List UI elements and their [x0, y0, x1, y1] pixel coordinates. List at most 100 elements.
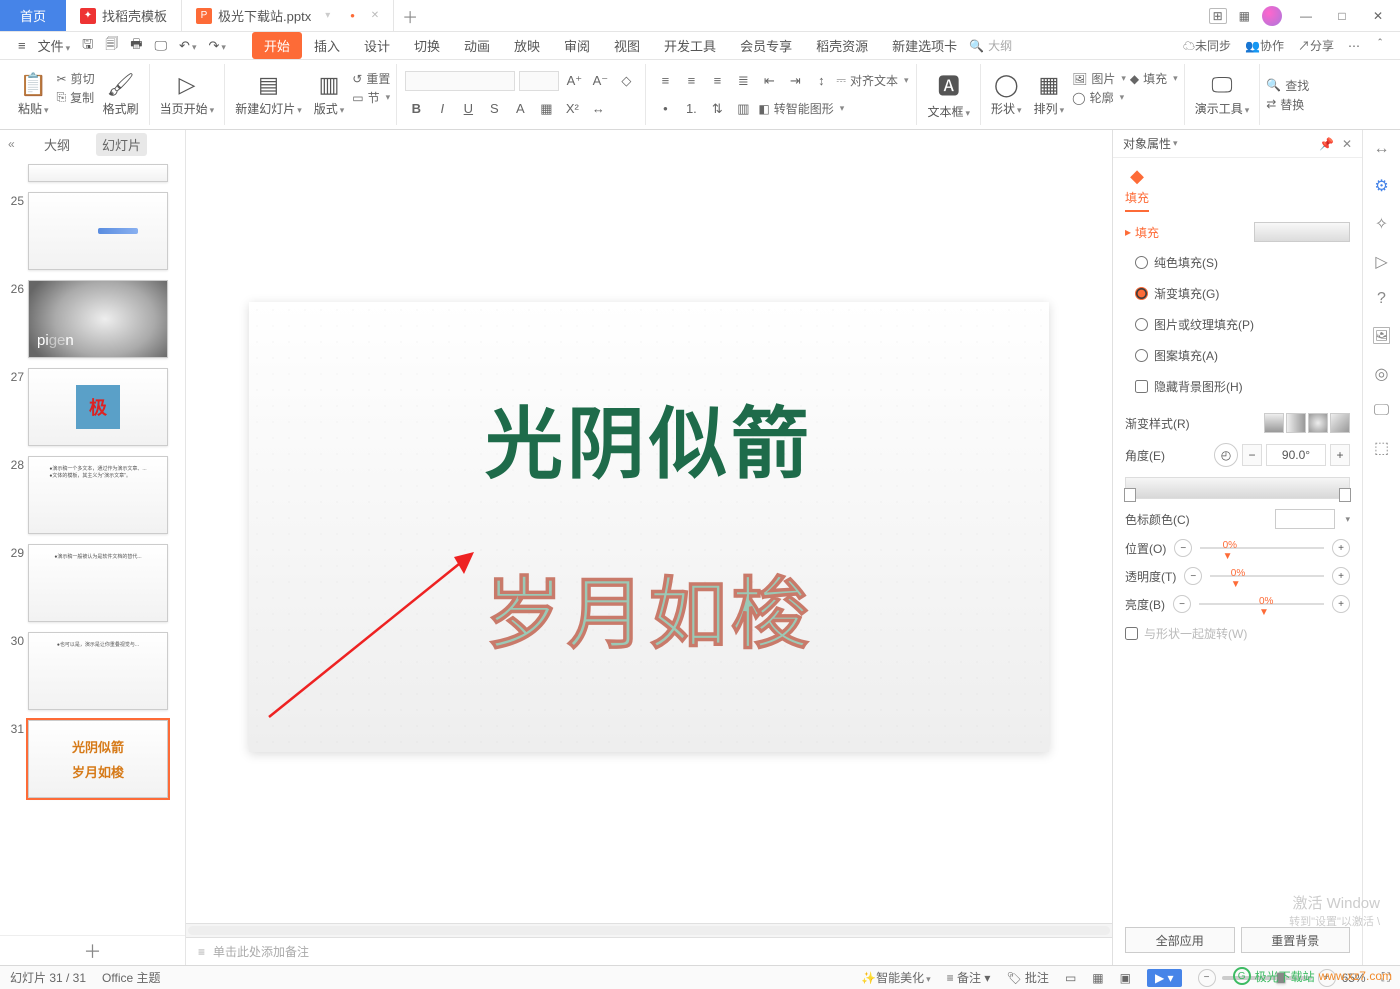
avatar[interactable] [1262, 6, 1282, 26]
position-increase[interactable]: + [1332, 539, 1350, 557]
props-close-icon[interactable]: ✕ [1342, 137, 1352, 151]
menu-expand-icon[interactable]: ＾ [1374, 37, 1386, 54]
image-button[interactable]: 🖼图片▾ [1072, 70, 1126, 87]
checkbox-hide-bg[interactable]: 隐藏背景图形(H) [1125, 376, 1350, 397]
gradient-stop-left[interactable] [1124, 488, 1136, 502]
character-spacing-icon[interactable]: ↔ [587, 98, 609, 120]
format-painter-button[interactable]: 🖌格式刷 [99, 70, 143, 119]
brightness-increase[interactable]: + [1332, 595, 1350, 613]
paste-button[interactable]: 📋粘贴▾ [14, 70, 53, 119]
menu-more-icon[interactable]: ⋯ [1348, 39, 1360, 53]
thumb-26[interactable]: pigen [28, 280, 168, 358]
transparency-decrease[interactable]: − [1184, 567, 1202, 585]
sidetool-star-icon[interactable]: ✧ [1375, 214, 1388, 234]
menu-devtools[interactable]: 开发工具 [652, 32, 728, 59]
thumb-27[interactable]: 极 [28, 368, 168, 446]
transparency-slider[interactable]: 0%▼ [1210, 568, 1324, 584]
brightness-decrease[interactable]: − [1173, 595, 1191, 613]
text-effects-icon[interactable]: X² [561, 98, 583, 120]
zoom-out-icon[interactable]: − [1198, 969, 1216, 987]
add-slide-button[interactable]: ＋ [0, 935, 185, 965]
sidetool-target-icon[interactable]: ◎ [1375, 364, 1389, 384]
angle-dial-icon[interactable]: ◴ [1214, 443, 1238, 467]
columns-icon[interactable]: ▥ [732, 98, 754, 120]
find-button[interactable]: 🔍查找 [1266, 77, 1309, 94]
sidetool-cube-icon[interactable]: ⬚ [1374, 438, 1389, 458]
section-button[interactable]: ▭节▾ [352, 89, 390, 106]
fill-category-icon[interactable]: ◆ [1130, 166, 1144, 187]
reset-background-button[interactable]: 重置背景 [1241, 927, 1351, 953]
layout-switch-icon[interactable]: ⊞ [1209, 8, 1227, 24]
menu-member[interactable]: 会员专享 [728, 32, 804, 59]
smart-shape-button[interactable]: ◧转智能图形▾ [758, 100, 844, 117]
sidetool-help-icon[interactable]: ? [1377, 290, 1386, 308]
props-tab-fill[interactable]: 填充 [1125, 189, 1149, 212]
strike-icon[interactable]: S [483, 98, 505, 120]
align-center-icon[interactable]: ≡ [680, 70, 702, 92]
window-maximize-button[interactable]: □ [1330, 9, 1354, 23]
slides-tab[interactable]: 幻灯片 [96, 133, 147, 156]
fill-section-header[interactable]: ▸ 填充 [1125, 222, 1350, 242]
slide-text-2[interactable]: 岁月如梭 [485, 552, 813, 664]
thumb-29[interactable]: ●演示稿一般被认为是软件文档的替代... [28, 544, 168, 622]
notes-toggle[interactable]: ≡ 备注 ▾ [947, 969, 991, 986]
font-name-input[interactable] [405, 71, 515, 91]
window-close-button[interactable]: ✕ [1366, 9, 1390, 23]
replace-button[interactable]: ⇄替换 [1266, 96, 1309, 113]
text-direction-icon[interactable]: ⇅ [706, 98, 728, 120]
bullets-icon[interactable]: • [654, 98, 676, 120]
menu-search[interactable]: 🔍 大纲 [969, 37, 1012, 54]
cut-button[interactable]: ✂剪切 [57, 70, 95, 87]
comments-toggle[interactable]: 🏷 批注 [1006, 969, 1049, 986]
align-right-icon[interactable]: ≡ [706, 70, 728, 92]
thumb-partial[interactable] [28, 164, 168, 182]
horizontal-scrollbar[interactable] [186, 923, 1112, 937]
sidetool-screen-icon[interactable]: 🖵 [1374, 402, 1389, 420]
view-slideshow-icon[interactable]: ▶ ▾ [1147, 969, 1182, 987]
qa-saveas-icon[interactable]: 🗐 [101, 35, 122, 57]
view-normal-icon[interactable]: ▭ [1065, 971, 1076, 985]
radio-pattern-fill[interactable]: 图案填充(A) [1125, 345, 1350, 366]
tab-add-button[interactable]: ＋ [394, 0, 426, 31]
italic-icon[interactable]: I [431, 98, 453, 120]
outline-tab[interactable]: 大纲 [38, 133, 76, 156]
stop-color-picker[interactable] [1275, 509, 1335, 529]
shape-button[interactable]: ◯形状▾ [987, 70, 1026, 119]
view-sorter-icon[interactable]: ▦ [1092, 971, 1103, 985]
tab-doc-dropdown-icon[interactable]: ▾ [325, 10, 330, 21]
angle-decrease[interactable]: − [1242, 444, 1262, 466]
slide[interactable]: 光阴似箭 岁月如梭 [249, 302, 1049, 752]
angle-value[interactable]: 90.0° [1266, 444, 1326, 466]
tab-templates[interactable]: ✦ 找稻壳模板 [66, 0, 182, 31]
align-text-button[interactable]: ⎓对齐文本▾ [836, 72, 908, 89]
fill-button[interactable]: ◆填充▾ [1130, 70, 1178, 87]
gradient-style-swatches[interactable] [1264, 413, 1350, 433]
copy-button[interactable]: ⎘复制 [57, 89, 95, 106]
position-slider[interactable]: 0%▼ [1200, 540, 1324, 556]
gradient-stop-right[interactable] [1339, 488, 1351, 502]
menu-slideshow[interactable]: 放映 [502, 32, 552, 59]
reset-button[interactable]: ↺重置 [352, 70, 390, 87]
gradient-stops-slider[interactable]: ▮ ▮ [1125, 477, 1350, 499]
menu-hamburger-icon[interactable]: ≡ [14, 38, 30, 53]
tab-close-icon[interactable]: ✕ [371, 10, 379, 21]
arrange-button[interactable]: ▦排列▾ [1030, 70, 1069, 119]
radio-picture-fill[interactable]: 图片或纹理填充(P) [1125, 314, 1350, 335]
line-spacing-icon[interactable]: ↕ [810, 70, 832, 92]
tab-document[interactable]: P 极光下载站.pptx ▾ • ✕ [182, 0, 394, 31]
brightness-slider[interactable]: 0%▼ [1199, 596, 1324, 612]
underline-icon[interactable]: U [457, 98, 479, 120]
view-reading-icon[interactable]: ▣ [1120, 971, 1131, 985]
decrease-font-icon[interactable]: A⁻ [589, 70, 611, 92]
bold-icon[interactable]: B [405, 98, 427, 120]
window-minimize-button[interactable]: — [1294, 9, 1318, 23]
increase-font-icon[interactable]: A⁺ [563, 70, 585, 92]
font-size-input[interactable] [519, 71, 559, 91]
menu-start[interactable]: 开始 [252, 32, 302, 59]
position-decrease[interactable]: − [1174, 539, 1192, 557]
sidetool-select-icon[interactable]: ↔ [1374, 140, 1390, 158]
fill-preview[interactable] [1254, 222, 1350, 242]
notes-bar[interactable]: ≡ 单击此处添加备注 [186, 937, 1112, 965]
apply-all-button[interactable]: 全部应用 [1125, 927, 1235, 953]
slide-text-1[interactable]: 光阴似箭 [485, 382, 813, 494]
